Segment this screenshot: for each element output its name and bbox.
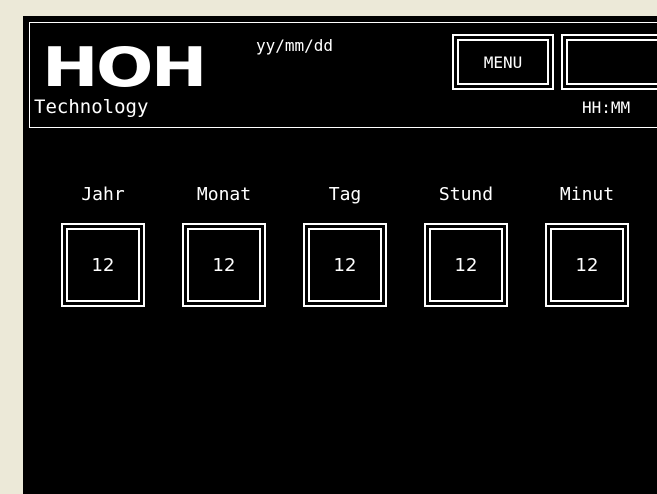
field-tag: Tag 12 — [303, 184, 387, 307]
field-label-monat: Monat — [196, 184, 252, 205]
field-label-minut: Minut — [559, 184, 615, 205]
input-minut[interactable]: 12 — [545, 223, 629, 307]
field-label-jahr: Jahr — [81, 184, 125, 205]
input-monat[interactable]: 12 — [182, 223, 266, 307]
blank-button[interactable] — [561, 34, 657, 90]
time-format-label: HH:MM — [582, 98, 631, 117]
input-jahr[interactable]: 12 — [61, 223, 145, 307]
field-jahr: Jahr 12 — [61, 184, 145, 307]
logo-subtitle: Technology — [34, 96, 149, 118]
hmi-screen: HOH Technology yy/mm/dd MENU HH:MM Jahr … — [23, 16, 657, 494]
value-tag: 12 — [308, 228, 382, 302]
field-stund: Stund 12 — [424, 184, 508, 307]
field-label-stund: Stund — [438, 184, 494, 205]
date-format-label: yy/mm/dd — [256, 36, 334, 55]
value-jahr: 12 — [66, 228, 140, 302]
hoh-logo: HOH — [42, 36, 207, 99]
header-bar: HOH Technology yy/mm/dd MENU HH:MM — [29, 22, 657, 128]
value-stund: 12 — [429, 228, 503, 302]
field-monat: Monat 12 — [182, 184, 266, 307]
field-minut: Minut 12 — [545, 184, 629, 307]
input-stund[interactable]: 12 — [424, 223, 508, 307]
menu-button[interactable]: MENU — [452, 34, 554, 90]
value-monat: 12 — [187, 228, 261, 302]
blank-button-label — [566, 39, 657, 85]
value-minut: 12 — [550, 228, 624, 302]
input-tag[interactable]: 12 — [303, 223, 387, 307]
menu-button-label: MENU — [457, 39, 549, 85]
field-label-tag: Tag — [328, 184, 362, 205]
